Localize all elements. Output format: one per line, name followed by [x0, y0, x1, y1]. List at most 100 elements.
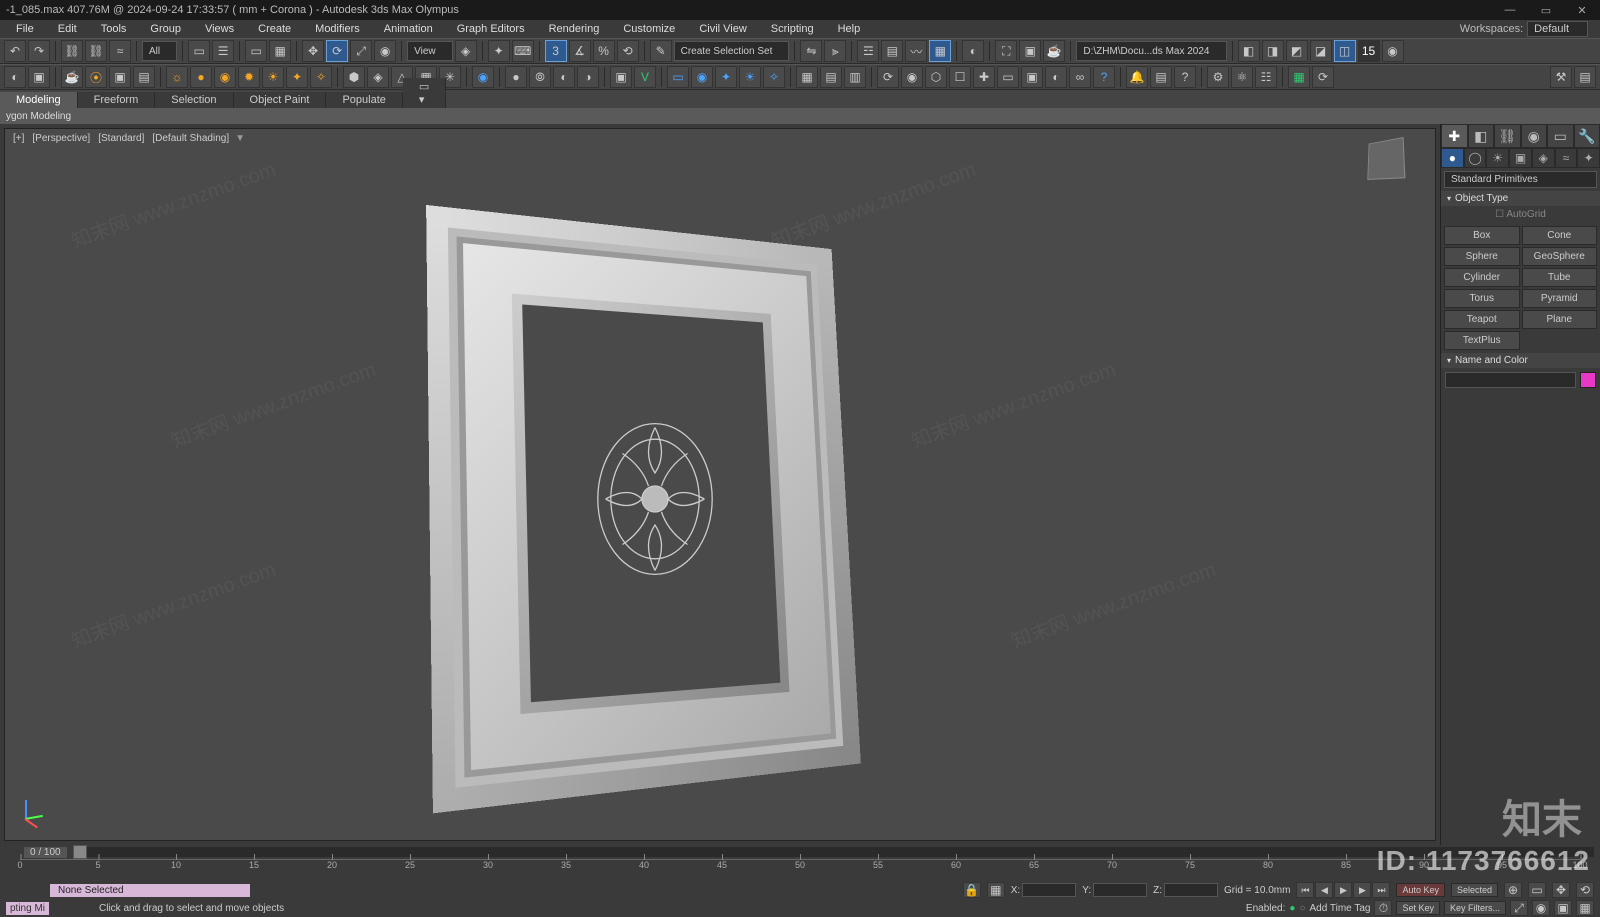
- primitive-tube[interactable]: Tube: [1522, 268, 1598, 287]
- geometry-subtab-icon[interactable]: ●: [1441, 148, 1464, 168]
- t2-42-icon[interactable]: 🔔: [1126, 66, 1148, 88]
- ribbon-tab-modeling[interactable]: Modeling: [0, 92, 78, 108]
- angle-snap-icon[interactable]: ∡: [569, 40, 591, 62]
- viewport-label[interactable]: [+] [Perspective] [Standard] [Default Sh…: [11, 133, 245, 144]
- menu-create[interactable]: Create: [246, 23, 303, 35]
- enabled-toggle[interactable]: ●: [1289, 903, 1295, 914]
- modify-tab-icon[interactable]: ◧: [1468, 124, 1495, 148]
- primitive-geosphere[interactable]: GeoSphere: [1522, 247, 1598, 266]
- viewport-perspective[interactable]: [+] [Perspective] [Standard] [Default Sh…: [4, 128, 1436, 841]
- close-button[interactable]: ✕: [1564, 0, 1600, 20]
- t2-48-icon[interactable]: ⟳: [1312, 66, 1334, 88]
- nav-b-icon[interactable]: ▭: [1528, 882, 1546, 898]
- snap-toggle-icon[interactable]: 3: [545, 40, 567, 62]
- t2-22-icon[interactable]: ◐: [553, 66, 575, 88]
- tool-d-icon[interactable]: ◪: [1310, 40, 1332, 62]
- create-tab-icon[interactable]: ✚: [1441, 124, 1468, 148]
- menu-edit[interactable]: Edit: [46, 23, 89, 35]
- t2-25-icon[interactable]: ▭: [667, 66, 689, 88]
- t2-right2-icon[interactable]: ▤: [1574, 66, 1596, 88]
- t2-27-icon[interactable]: ✦: [715, 66, 737, 88]
- t2-45-icon[interactable]: ⚛: [1231, 66, 1253, 88]
- nav-a-icon[interactable]: ⊕: [1504, 882, 1522, 898]
- align-icon[interactable]: ⫸: [824, 40, 846, 62]
- mirror-icon[interactable]: ⇋: [800, 40, 822, 62]
- select-place-icon[interactable]: ◉: [374, 40, 396, 62]
- nav-g-icon[interactable]: ▣: [1554, 900, 1572, 916]
- t2-38-icon[interactable]: ▭: [997, 66, 1019, 88]
- autogrid-checkbox[interactable]: ☐: [1495, 209, 1506, 220]
- tool-c-icon[interactable]: ◩: [1286, 40, 1308, 62]
- lock-selection-icon[interactable]: 🔒: [963, 882, 981, 898]
- shapes-subtab-icon[interactable]: ◯: [1464, 148, 1487, 168]
- ref-coord-dropdown[interactable]: View: [407, 41, 453, 61]
- primitive-plane[interactable]: Plane: [1522, 310, 1598, 329]
- window-crossing-icon[interactable]: ▦: [269, 40, 291, 62]
- unlink-icon[interactable]: ⛓: [85, 40, 107, 62]
- autokey-button[interactable]: Auto Key: [1396, 883, 1445, 897]
- systems-subtab-icon[interactable]: ✦: [1577, 148, 1600, 168]
- next-frame-icon[interactable]: ▶: [1353, 882, 1371, 898]
- maximize-button[interactable]: ▭: [1528, 0, 1564, 20]
- material-editor-icon[interactable]: ◐: [962, 40, 984, 62]
- select-scale-icon[interactable]: ⤢: [350, 40, 372, 62]
- primitive-box[interactable]: Box: [1444, 226, 1520, 245]
- menu-tools[interactable]: Tools: [89, 23, 139, 35]
- vray-icon[interactable]: V: [634, 66, 656, 88]
- t2-2-icon[interactable]: ▣: [28, 66, 50, 88]
- time-slider-handle[interactable]: [73, 845, 87, 859]
- primitive-sphere[interactable]: Sphere: [1444, 247, 1520, 266]
- lights-subtab-icon[interactable]: ☀: [1486, 148, 1509, 168]
- select-object-icon[interactable]: ▭: [188, 40, 210, 62]
- primitive-torus[interactable]: Torus: [1444, 289, 1520, 308]
- object-color-swatch[interactable]: [1580, 372, 1596, 388]
- t2-10-icon[interactable]: ✹: [238, 66, 260, 88]
- render-setup-icon[interactable]: ⛶: [995, 40, 1017, 62]
- toggle-ribbon-icon[interactable]: ▤: [881, 40, 903, 62]
- rollout-name-color[interactable]: Name and Color: [1441, 353, 1600, 368]
- t2-40-icon[interactable]: ◐: [1045, 66, 1067, 88]
- layer-explorer-icon[interactable]: ☲: [857, 40, 879, 62]
- goto-end-icon[interactable]: ⏭: [1372, 882, 1390, 898]
- edit-named-sel-icon[interactable]: ✎: [650, 40, 672, 62]
- link-icon[interactable]: ⛓: [61, 40, 83, 62]
- tool-a-icon[interactable]: ◧: [1238, 40, 1260, 62]
- spacewarps-subtab-icon[interactable]: ≈: [1555, 148, 1578, 168]
- t2-7-icon[interactable]: ☼: [166, 66, 188, 88]
- menu-customize[interactable]: Customize: [611, 23, 687, 35]
- t2-33-icon[interactable]: ⟳: [877, 66, 899, 88]
- display-tab-icon[interactable]: ▭: [1547, 124, 1574, 148]
- motion-tab-icon[interactable]: ◉: [1521, 124, 1548, 148]
- help2-icon[interactable]: ?: [1174, 66, 1196, 88]
- t2-43-icon[interactable]: ▤: [1150, 66, 1172, 88]
- goto-start-icon[interactable]: ⏮: [1296, 882, 1314, 898]
- t2-9-icon[interactable]: ◉: [214, 66, 236, 88]
- use-center-icon[interactable]: ◈: [455, 40, 477, 62]
- select-rotate-icon[interactable]: ⟳: [326, 40, 348, 62]
- minimize-button[interactable]: —: [1492, 0, 1528, 20]
- t2-11-icon[interactable]: ☀: [262, 66, 284, 88]
- ribbon-tab-selection[interactable]: Selection: [155, 92, 233, 108]
- spinner-snap-icon[interactable]: ⟲: [617, 40, 639, 62]
- nav-e-icon[interactable]: ⤢: [1510, 900, 1528, 916]
- t2-4-icon[interactable]: ⦿: [85, 66, 107, 88]
- t2-13-icon[interactable]: ✧: [310, 66, 332, 88]
- ribbon-tab-object-paint[interactable]: Object Paint: [234, 92, 327, 108]
- t2-6-icon[interactable]: ▤: [133, 66, 155, 88]
- x-coord-input[interactable]: [1022, 883, 1076, 897]
- utilities-tab-icon[interactable]: 🔧: [1574, 124, 1600, 148]
- menu-rendering[interactable]: Rendering: [537, 23, 612, 35]
- render-production-icon[interactable]: ☕: [1043, 40, 1065, 62]
- primitive-textplus[interactable]: TextPlus: [1444, 331, 1520, 350]
- t2-30-icon[interactable]: ▦: [796, 66, 818, 88]
- menu-graph-editors[interactable]: Graph Editors: [445, 23, 537, 35]
- frame-badge[interactable]: 15: [1358, 40, 1380, 62]
- menu-file[interactable]: File: [4, 23, 46, 35]
- t2-8-icon[interactable]: ●: [190, 66, 212, 88]
- menu-modifiers[interactable]: Modifiers: [303, 23, 372, 35]
- t2-32-icon[interactable]: ▥: [844, 66, 866, 88]
- primitive-cylinder[interactable]: Cylinder: [1444, 268, 1520, 287]
- menu-help[interactable]: Help: [826, 23, 873, 35]
- schematic-view-icon[interactable]: ▦: [929, 40, 951, 62]
- viewport-filter-icon[interactable]: ▼: [235, 133, 245, 144]
